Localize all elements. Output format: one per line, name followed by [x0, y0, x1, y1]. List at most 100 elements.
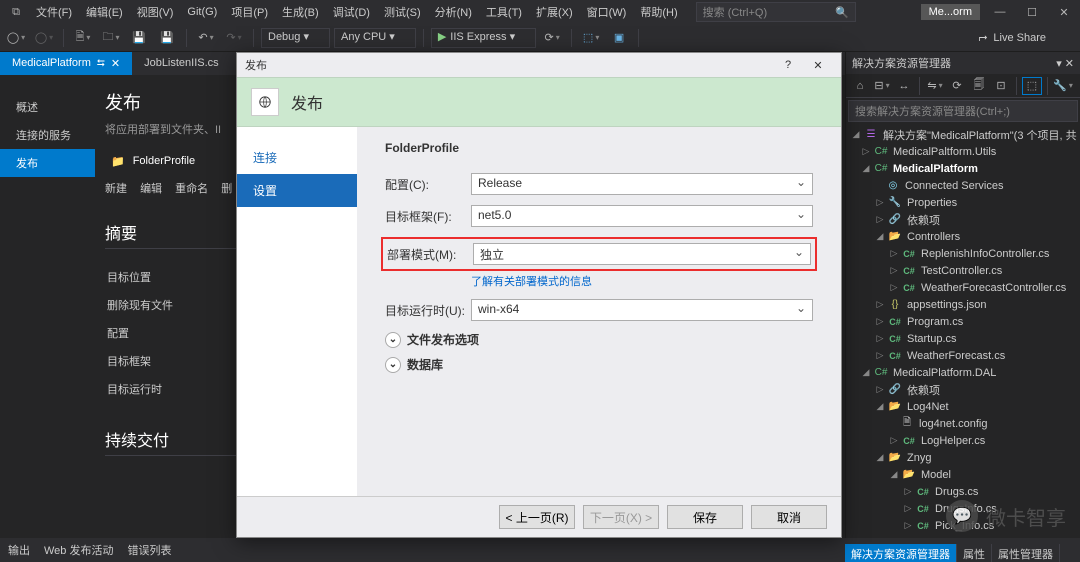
link-delete[interactable]: 删	[221, 183, 232, 195]
menu-edit[interactable]: 编辑(E)	[80, 2, 129, 22]
refresh-tree-icon[interactable]: ⟳	[947, 77, 967, 95]
tree-drugs[interactable]: ▷C#Drugs.cs	[846, 483, 1080, 500]
nav-forward-icon[interactable]: ◯▾	[32, 28, 56, 48]
tree-c1[interactable]: ▷C#ReplenishInfoController.cs	[846, 245, 1080, 262]
window-close[interactable]: ✕	[1052, 2, 1076, 22]
tab-properties[interactable]: 属性	[957, 544, 992, 562]
filter-icon[interactable]: ⊡	[991, 77, 1011, 95]
tree-weather[interactable]: ▷C#WeatherForecast.cs	[846, 347, 1080, 364]
deploy-info-link[interactable]: 了解有关部署模式的信息	[471, 273, 813, 289]
save-icon[interactable]: 💾	[127, 28, 151, 48]
panel-close-icon[interactable]: ✕	[1065, 58, 1074, 70]
run-button[interactable]: ▶IIS Express ▾	[431, 28, 536, 48]
framework-select[interactable]: net5.0	[471, 205, 813, 227]
tree-replenish[interactable]: ▷C#Replenish_Info.cs	[846, 534, 1080, 538]
menu-build[interactable]: 生成(B)	[276, 2, 325, 22]
open-icon[interactable]: 🗀▾	[99, 28, 123, 48]
nav-connected[interactable]: 连接的服务	[12, 121, 95, 149]
ext-icon[interactable]: ▣	[607, 28, 631, 48]
menu-file[interactable]: 文件(F)	[30, 2, 78, 22]
link-edit[interactable]: 编辑	[140, 183, 162, 195]
menu-help[interactable]: 帮助(H)	[634, 2, 683, 22]
status-web-publish[interactable]: Web 发布活动	[44, 542, 113, 558]
copy-icon[interactable]: 🗐	[969, 77, 989, 95]
expand-database[interactable]: ⌄	[385, 357, 401, 373]
tree-utils[interactable]: ▷C#MedicalPaltform.Utils	[846, 143, 1080, 160]
tree-log4net[interactable]: ◢📂Log4Net	[846, 398, 1080, 415]
pin-icon[interactable]: ⮀	[97, 58, 105, 69]
tab-medicalplatform[interactable]: MedicalPlatform ⮀ ✕	[0, 52, 132, 75]
tree-drugsinfo[interactable]: ▷C#DrugsInfo.cs	[846, 500, 1080, 517]
save-button[interactable]: 保存	[667, 505, 743, 529]
expand-file-options[interactable]: ⌄	[385, 332, 401, 348]
status-output[interactable]: 输出	[8, 542, 30, 558]
live-share-button[interactable]: ⮣ Live Share	[979, 31, 1046, 44]
sync-icon[interactable]: ↔	[894, 77, 914, 95]
menu-view[interactable]: 视图(V)	[131, 2, 180, 22]
tree-connected[interactable]: ◎Connected Services	[846, 177, 1080, 194]
tree-dal-deps[interactable]: ▷🔗依赖项	[846, 381, 1080, 398]
tree-model[interactable]: ◢📂Model	[846, 466, 1080, 483]
menu-tools[interactable]: 工具(T)	[480, 2, 528, 22]
dialog-tab-connect[interactable]: 连接	[237, 141, 357, 174]
tab-property-manager[interactable]: 属性管理器	[992, 544, 1060, 562]
tree-startup[interactable]: ▷C#Startup.cs	[846, 330, 1080, 347]
link-rename[interactable]: 重命名	[175, 183, 208, 195]
menu-extensions[interactable]: 扩展(X)	[530, 2, 579, 22]
tree-znyg[interactable]: ◢📂Znyg	[846, 449, 1080, 466]
menu-test[interactable]: 测试(S)	[378, 2, 427, 22]
tree-props[interactable]: ▷🔧Properties	[846, 194, 1080, 211]
tree-deps[interactable]: ▷🔗依赖项	[846, 211, 1080, 228]
prev-button[interactable]: < 上一页(R)	[499, 505, 575, 529]
solution-search[interactable]: 搜索解决方案资源管理器(Ctrl+;)	[848, 100, 1078, 122]
tab-joblisten[interactable]: JobListenIIS.cs	[132, 52, 231, 75]
tree-loghelper[interactable]: ▷C#LogHelper.cs	[846, 432, 1080, 449]
redo-icon[interactable]: ↷▾	[222, 28, 246, 48]
tree-platform[interactable]: ◢C#MedicalPlatform	[846, 160, 1080, 177]
nav-back-icon[interactable]: ◯▾	[4, 28, 28, 48]
menu-project[interactable]: 项目(P)	[225, 2, 274, 22]
config-select[interactable]: Debug ▾	[261, 28, 330, 48]
tree-controllers[interactable]: ◢📂Controllers	[846, 228, 1080, 245]
tree-appsettings[interactable]: ▷{}appsettings.json	[846, 296, 1080, 313]
tree-c2[interactable]: ▷C#TestController.cs	[846, 262, 1080, 279]
deploy-mode-select[interactable]: 独立	[473, 243, 811, 265]
window-maximize[interactable]: ☐	[1020, 2, 1044, 22]
status-error-list[interactable]: 错误列表	[127, 542, 171, 558]
save-all-icon[interactable]: 💾	[155, 28, 179, 48]
refresh-icon[interactable]: ⟳▾	[540, 28, 564, 48]
tree-solution[interactable]: ◢☰解决方案"MedicalPlatform"(3 个项目, 共	[846, 126, 1080, 143]
close-icon[interactable]: ✕	[111, 57, 120, 70]
window-minimize[interactable]: —	[988, 2, 1012, 22]
show-all-icon[interactable]: ⇋▾	[925, 77, 945, 95]
dialog-tab-settings[interactable]: 设置	[237, 174, 357, 207]
props-icon[interactable]: 🔧▾	[1053, 77, 1073, 95]
link-new[interactable]: 新建	[105, 183, 127, 195]
dialog-help-button[interactable]: ?	[773, 59, 803, 71]
tree-log4netcfg[interactable]: 🗎log4net.config	[846, 415, 1080, 432]
tab-solution-explorer[interactable]: 解决方案资源管理器	[845, 544, 957, 562]
runtime-select[interactable]: win-x64	[471, 299, 813, 321]
preview-icon[interactable]: ⬚	[1022, 77, 1042, 95]
nav-publish[interactable]: 发布	[0, 149, 95, 177]
menu-window[interactable]: 窗口(W)	[581, 2, 633, 22]
nav-overview[interactable]: 概述	[12, 93, 95, 121]
dialog-close-button[interactable]: ✕	[803, 59, 833, 72]
new-project-icon[interactable]: 🗎▾	[71, 28, 95, 48]
tree-dal[interactable]: ◢C#MedicalPlatform.DAL	[846, 364, 1080, 381]
cancel-button[interactable]: 取消	[751, 505, 827, 529]
home-icon[interactable]: ⌂	[850, 77, 870, 95]
undo-icon[interactable]: ↶▾	[194, 28, 218, 48]
menu-debug[interactable]: 调试(D)	[327, 2, 376, 22]
global-search[interactable]: 搜索 (Ctrl+Q) 🔍	[696, 2, 856, 22]
user-badge[interactable]: Me...orm	[921, 4, 980, 20]
config-select[interactable]: Release	[471, 173, 813, 195]
panel-dropdown-icon[interactable]: ▾	[1056, 58, 1062, 70]
menu-git[interactable]: Git(G)	[181, 4, 223, 20]
collapse-icon[interactable]: ⊟▾	[872, 77, 892, 95]
tree-program[interactable]: ▷C#Program.cs	[846, 313, 1080, 330]
menu-analyze[interactable]: 分析(N)	[429, 2, 478, 22]
tree-c3[interactable]: ▷C#WeatherForecastController.cs	[846, 279, 1080, 296]
platform-select[interactable]: Any CPU ▾	[334, 28, 416, 48]
browser-icon[interactable]: ⬚▾	[579, 28, 603, 48]
